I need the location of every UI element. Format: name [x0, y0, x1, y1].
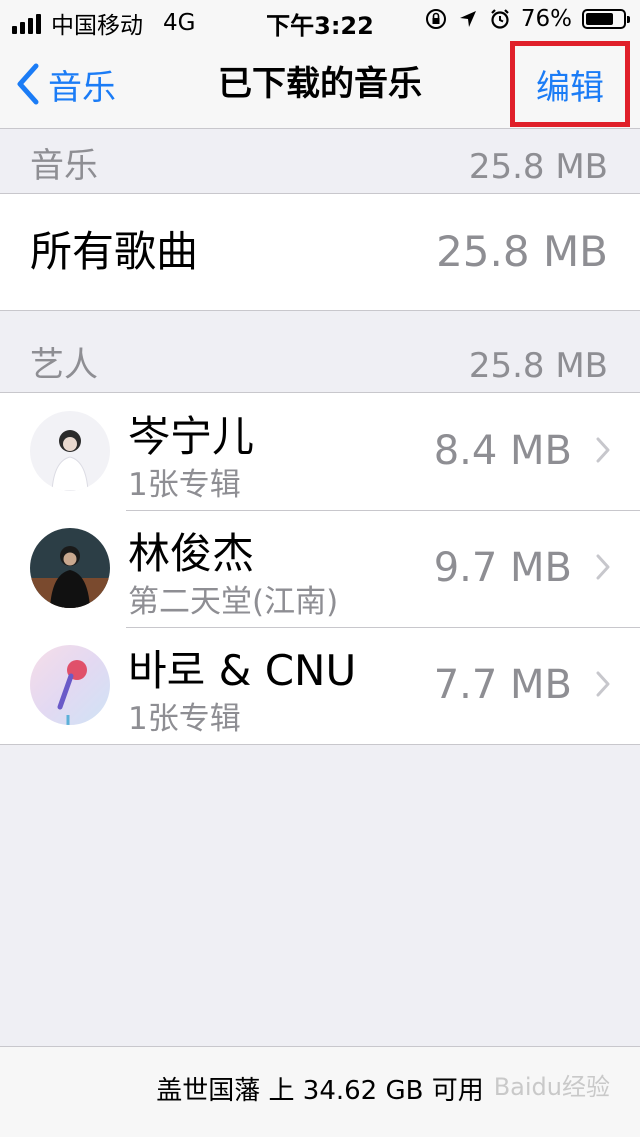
artist-size: 8.4 MB	[433, 428, 572, 474]
battery-percentage: 76%	[520, 6, 572, 32]
chevron-left-icon	[17, 63, 39, 105]
music-section-title: 音乐	[30, 146, 98, 186]
status-bar: 中国移动 4G 下午3:22 76%	[0, 0, 640, 40]
back-button-label: 音乐	[48, 67, 116, 108]
all-songs-size: 25.8 MB	[436, 227, 608, 276]
artist-section-header: 艺人 25.8 MB	[0, 328, 640, 392]
chevron-right-icon	[596, 671, 610, 697]
watermark: Baidu经验	[493, 1073, 610, 1101]
back-button[interactable]: 音乐	[16, 40, 116, 128]
status-right: 76%	[425, 6, 630, 32]
artist-size: 9.7 MB	[433, 545, 572, 591]
artist-row[interactable]: 岑宁儿 1张专辑 8.4 MB	[0, 393, 640, 510]
artist-avatar	[30, 411, 110, 491]
music-group: 所有歌曲 25.8 MB	[0, 193, 640, 311]
artist-name: 岑宁儿	[128, 412, 255, 461]
artist-row[interactable]: 바로 & CNU 1张专辑 7.7 MB	[0, 627, 640, 744]
artist-size: 7.7 MB	[433, 662, 572, 708]
artist-name: 바로 & CNU	[128, 646, 357, 695]
chevron-right-icon	[596, 554, 610, 580]
microphone-avatar-icon	[30, 645, 110, 725]
all-songs-row[interactable]: 所有歌曲 25.8 MB	[0, 194, 640, 310]
music-section-total: 25.8 MB	[468, 147, 608, 187]
battery-level	[586, 13, 614, 25]
artist-subtitle: 1张专辑	[128, 467, 241, 503]
artist-list: 岑宁儿 1张专辑 8.4 MB 林俊杰 第二天堂(江南) 9.7 MB 바로 &…	[0, 392, 640, 745]
location-arrow-icon	[457, 8, 479, 30]
artist-row[interactable]: 林俊杰 第二天堂(江南) 9.7 MB	[0, 510, 640, 627]
battery-icon	[582, 9, 630, 29]
navigation-bar: 音乐 已下载的音乐 编辑	[0, 40, 640, 129]
rotation-lock-icon	[425, 8, 447, 30]
artist-section-title: 艺人	[30, 345, 98, 385]
music-section-header: 音乐 25.8 MB	[0, 129, 640, 193]
storage-footer: 盖世国藩 上 34.62 GB 可用 Baidu经验	[0, 1046, 640, 1137]
edit-button-label: 编辑	[536, 67, 604, 108]
artist-subtitle: 1张专辑	[128, 701, 241, 737]
all-songs-label: 所有歌曲	[30, 227, 199, 276]
artist-subtitle: 第二天堂(江南)	[128, 584, 339, 620]
chevron-right-icon	[596, 437, 610, 463]
edit-button[interactable]: 编辑	[510, 41, 630, 127]
artist-avatar	[30, 528, 110, 608]
artist-name: 林俊杰	[128, 529, 255, 578]
artist-section-total: 25.8 MB	[468, 346, 608, 386]
alarm-clock-icon	[489, 8, 511, 30]
